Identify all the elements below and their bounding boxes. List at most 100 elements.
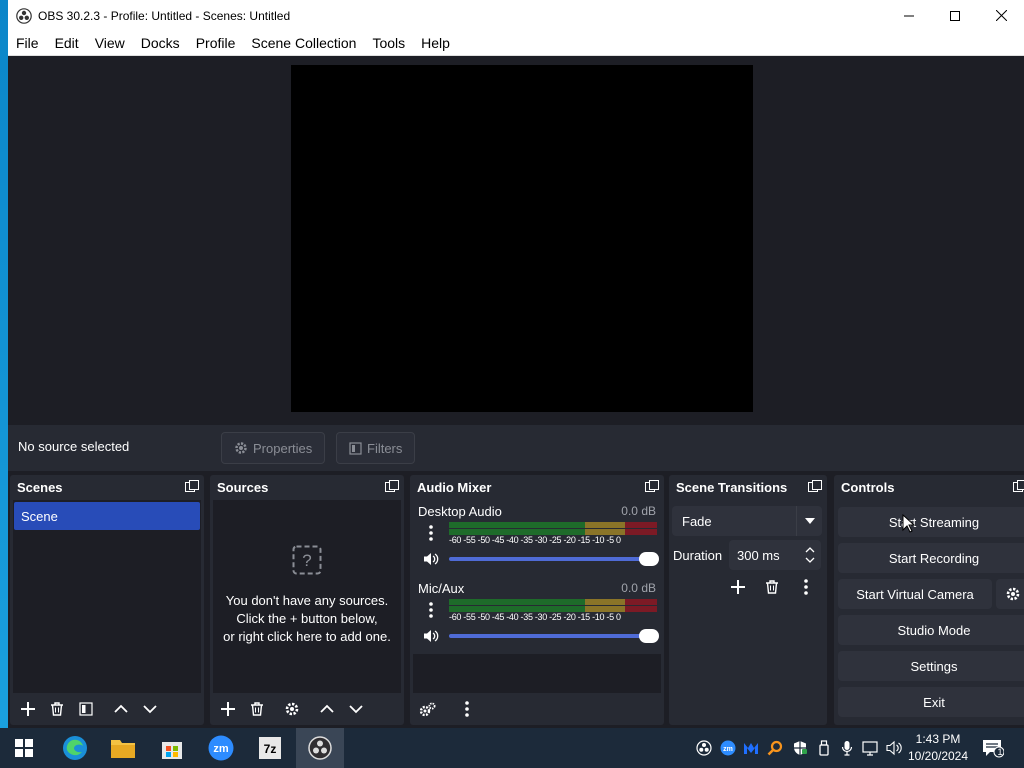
tray-search-tool[interactable]: [765, 738, 785, 758]
menu-docks[interactable]: Docks: [133, 35, 188, 51]
transition-selected-value: Fade: [682, 513, 712, 529]
edge-browser-icon: [63, 736, 87, 760]
move-scene-down-button[interactable]: [139, 698, 161, 720]
trash-icon: [51, 702, 63, 716]
advanced-audio-button[interactable]: [417, 698, 439, 720]
tray-microphone[interactable]: [837, 738, 857, 758]
menu-scene-collection[interactable]: Scene Collection: [243, 35, 364, 51]
tray-security[interactable]: [790, 738, 810, 758]
minimize-button[interactable]: [886, 0, 932, 31]
start-recording-button[interactable]: Start Recording: [838, 543, 1024, 573]
settings-button[interactable]: Settings: [838, 651, 1024, 681]
properties-button[interactable]: Properties: [221, 432, 326, 464]
plus-icon: [21, 702, 35, 716]
scene-list-item[interactable]: Scene: [14, 502, 200, 530]
svg-text:zm: zm: [213, 743, 229, 755]
filters-label: Filters: [367, 440, 403, 456]
start-streaming-button[interactable]: Start Streaming: [838, 507, 1024, 537]
filters-button[interactable]: Filters: [336, 432, 416, 464]
tray-network[interactable]: [861, 738, 881, 758]
remove-scene-button[interactable]: [46, 698, 68, 720]
sources-list[interactable]: ? You don't have any sources. Click the …: [213, 500, 401, 693]
controls-dock-title: Controls: [834, 475, 1024, 499]
minimize-icon: [904, 15, 914, 16]
tray-obs[interactable]: [694, 738, 714, 758]
move-source-up-button[interactable]: [316, 698, 338, 720]
remove-source-button[interactable]: [246, 698, 268, 720]
taskbar-edge[interactable]: [59, 732, 91, 764]
tray-zoom[interactable]: zm: [718, 738, 738, 758]
channel-menu-button[interactable]: [421, 599, 441, 621]
duration-spinner[interactable]: [799, 540, 821, 570]
start-button[interactable]: [8, 732, 40, 764]
remove-transition-button[interactable]: [761, 576, 783, 598]
dropdown-arrow[interactable]: [796, 506, 822, 536]
virtual-camera-settings-button[interactable]: [996, 579, 1024, 609]
menu-tools[interactable]: Tools: [364, 35, 413, 51]
chevron-down-icon: [143, 705, 157, 714]
chevron-up-icon: [320, 704, 334, 713]
taskbar-clock[interactable]: 1:43 PM 10/20/2024: [904, 731, 972, 765]
taskbar-store[interactable]: [156, 732, 188, 764]
close-button[interactable]: [978, 0, 1024, 31]
shield-icon: [794, 741, 807, 755]
exit-button[interactable]: Exit: [838, 687, 1024, 717]
chevron-up-icon[interactable]: [805, 546, 815, 553]
undock-icon[interactable]: [807, 479, 823, 495]
menu-view[interactable]: View: [87, 35, 133, 51]
taskbar-7zip[interactable]: 7z: [254, 732, 286, 764]
add-scene-button[interactable]: [17, 698, 39, 720]
start-virtual-camera-button[interactable]: Start Virtual Camera: [838, 579, 992, 609]
tray-malwarebytes[interactable]: [741, 738, 761, 758]
menu-help[interactable]: Help: [413, 35, 458, 51]
volume-slider[interactable]: [449, 629, 659, 643]
undock-icon[interactable]: [184, 479, 200, 495]
add-source-button[interactable]: [217, 698, 239, 720]
speaker-icon: [424, 630, 439, 642]
controls-dock: Controls Start Streaming Start Recording…: [834, 475, 1024, 725]
close-icon: [995, 10, 1007, 21]
preview-canvas[interactable]: [291, 65, 753, 412]
tray-volume[interactable]: [885, 738, 905, 758]
menu-file[interactable]: File: [8, 35, 47, 51]
zoom-icon: zm: [208, 735, 234, 761]
menu-profile[interactable]: Profile: [188, 35, 244, 51]
title-bar[interactable]: OBS 30.2.3 - Profile: Untitled - Scenes:…: [8, 0, 1024, 31]
empty-sources-message: ? You don't have any sources. Click the …: [213, 545, 401, 646]
taskbar-zoom[interactable]: zm: [205, 732, 237, 764]
sources-title: Sources: [217, 479, 269, 495]
add-transition-button[interactable]: [727, 576, 749, 598]
transition-select[interactable]: Fade: [672, 506, 822, 536]
move-source-down-button[interactable]: [345, 698, 367, 720]
chevron-down-icon[interactable]: [805, 557, 815, 564]
mixer-toolbar: [413, 693, 661, 725]
channel-name: Mic/Aux: [418, 581, 465, 596]
source-properties-button[interactable]: [281, 698, 303, 720]
gear-icon: [1006, 587, 1020, 601]
scene-filters-button[interactable]: [75, 698, 97, 720]
taskbar-obs-active[interactable]: [296, 728, 344, 768]
duration-input[interactable]: 300 ms: [729, 540, 821, 570]
channel-menu-button[interactable]: [421, 522, 441, 544]
store-icon: [162, 742, 182, 759]
tray-usb[interactable]: [814, 738, 834, 758]
taskbar-file-explorer[interactable]: [107, 732, 139, 764]
scenes-dock-title: Scenes: [10, 475, 204, 499]
studio-mode-button[interactable]: Studio Mode: [838, 615, 1024, 645]
volume-slider-handle[interactable]: [639, 552, 659, 566]
undock-icon[interactable]: [384, 479, 400, 495]
mixer-menu-button[interactable]: [456, 698, 478, 720]
volume-slider[interactable]: [449, 552, 659, 566]
mute-button[interactable]: [421, 549, 441, 569]
transition-menu-button[interactable]: [795, 576, 817, 598]
volume-slider-handle[interactable]: [639, 629, 659, 643]
menu-edit[interactable]: Edit: [47, 35, 87, 51]
mute-button[interactable]: [421, 626, 441, 646]
move-scene-up-button[interactable]: [110, 698, 132, 720]
maximize-button[interactable]: [932, 0, 978, 31]
scenes-list[interactable]: Scene: [13, 500, 201, 693]
undock-icon[interactable]: [1012, 479, 1024, 495]
plus-icon: [731, 580, 745, 594]
undock-icon[interactable]: [644, 479, 660, 495]
notification-center-button[interactable]: 1: [982, 738, 1004, 758]
